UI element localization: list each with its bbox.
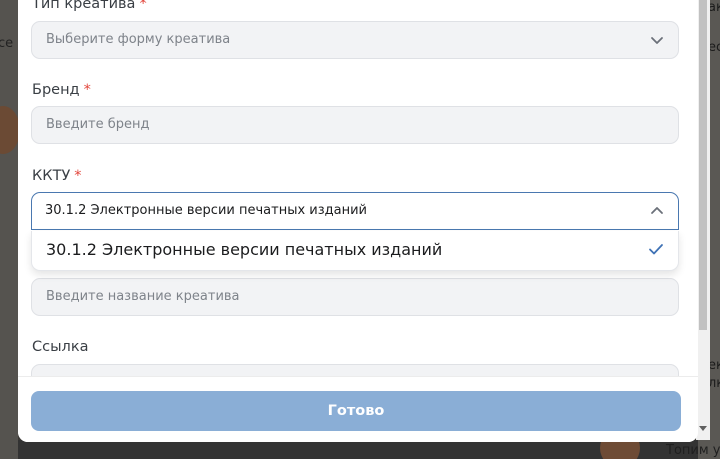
modal-footer: Готово [18, 376, 698, 442]
creative-type-placeholder: Выберите форму креатива [46, 32, 231, 47]
creative-name-placeholder: Введите название креатива [46, 289, 240, 304]
kktu-selected-value: 30.1.2 Электронные версии печатных издан… [45, 203, 367, 218]
kktu-label: ККТУ * [32, 168, 82, 184]
required-mark: * [74, 168, 82, 184]
creative-type-select[interactable]: Выберите форму креатива [31, 21, 679, 59]
background-bottom-strip [18, 440, 698, 459]
required-mark: * [139, 0, 147, 12]
scroll-down-arrow-icon[interactable] [699, 426, 707, 431]
chevron-up-icon [651, 207, 663, 214]
brand-placeholder: Введите бренд [46, 117, 150, 132]
scrollbar-thumb[interactable] [699, 0, 707, 330]
kktu-dropdown: 30.1.2 Электронные версии печатных издан… [31, 231, 679, 271]
link-label: Ссылка [32, 339, 89, 355]
modal-scrollbar[interactable] [696, 0, 710, 440]
brand-label: Бренд * [32, 82, 91, 98]
kktu-select[interactable]: 30.1.2 Электронные версии печатных издан… [31, 192, 679, 230]
background-text: се [0, 36, 14, 51]
background-left-strip: се [0, 0, 18, 459]
background-text: Топим у [666, 443, 720, 458]
submit-button[interactable]: Готово [31, 391, 681, 431]
required-mark: * [83, 82, 91, 98]
kktu-option[interactable]: 30.1.2 Электронные версии печатных издан… [32, 231, 678, 270]
chevron-down-icon [651, 37, 663, 44]
creative-name-input[interactable]: Введите название креатива [31, 278, 679, 316]
creative-form-modal: Тип креатива * Выберите форму креатива Бр… [18, 0, 698, 442]
kktu-option-label: 30.1.2 Электронные версии печатных издан… [46, 240, 443, 259]
brand-input[interactable]: Введите бренд [31, 106, 679, 144]
checkmark-icon [649, 244, 663, 255]
creative-type-label: Тип креатива * [32, 0, 147, 12]
